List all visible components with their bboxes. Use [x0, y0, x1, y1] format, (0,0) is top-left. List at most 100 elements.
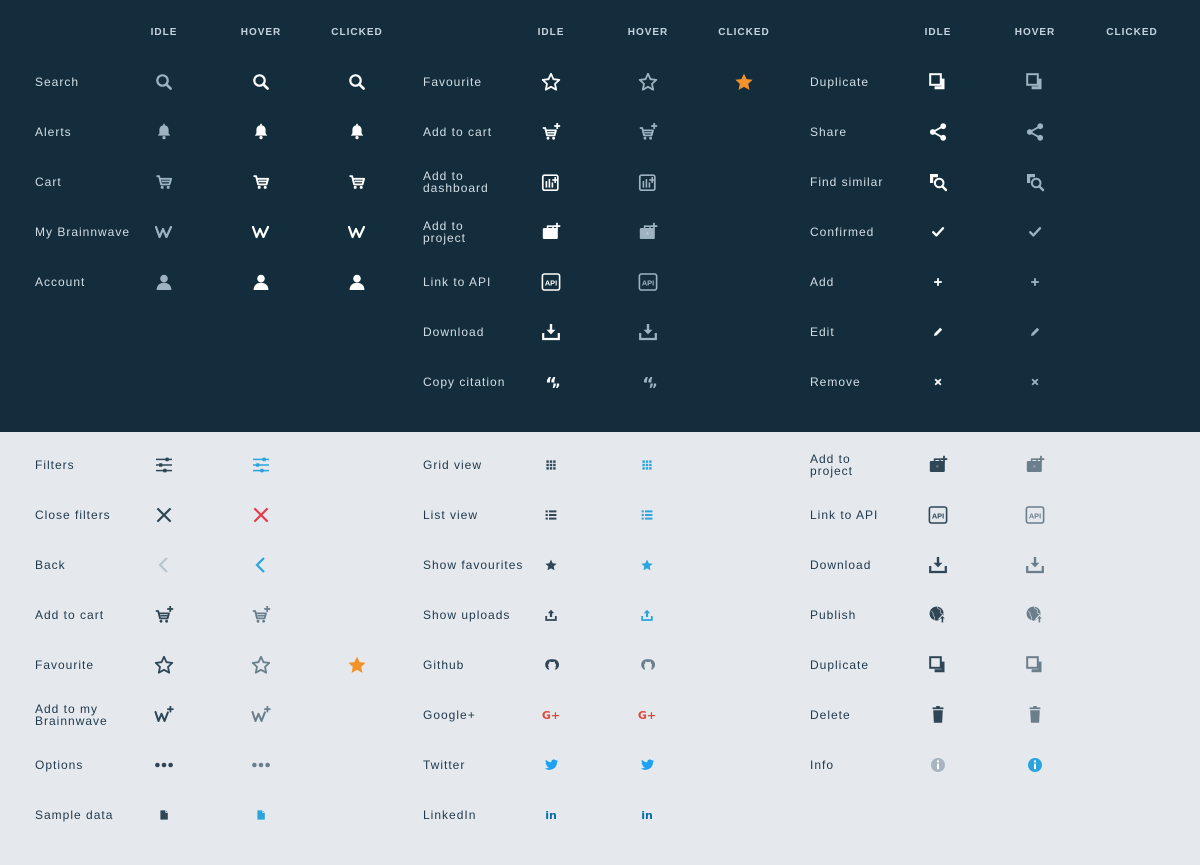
x-small-icon-hover[interactable]: [1023, 370, 1047, 394]
dashboard-add-icon-idle[interactable]: [539, 170, 563, 194]
pencil-icon-idle[interactable]: [926, 320, 950, 344]
cart-icon-idle[interactable]: [152, 170, 176, 194]
user-icon-hover[interactable]: [249, 270, 273, 294]
bell-icon-idle[interactable]: [152, 120, 176, 144]
duplicate-icon-idle[interactable]: [926, 653, 950, 677]
star-small-icon-idle[interactable]: [539, 553, 563, 577]
download-icon-hover[interactable]: [1023, 553, 1047, 577]
briefcase-add-icon-idle[interactable]: [926, 453, 950, 477]
linkedin-icon-idle[interactable]: in: [539, 803, 563, 827]
file-icon-idle[interactable]: [152, 803, 176, 827]
duplicate-icon-hover[interactable]: [1023, 653, 1047, 677]
user-icon-clicked[interactable]: [345, 270, 369, 294]
list-icon-hover[interactable]: [635, 503, 659, 527]
star-icon-clicked[interactable]: [732, 70, 756, 94]
bell-icon-hover[interactable]: [249, 120, 273, 144]
cart-add-icon-idle[interactable]: [539, 120, 563, 144]
sliders-icon-idle[interactable]: [152, 453, 176, 477]
brainnwave-add-icon-hover[interactable]: [249, 703, 273, 727]
search-icon-hover[interactable]: [249, 70, 273, 94]
search-icon-idle[interactable]: [152, 70, 176, 94]
download-icon-idle[interactable]: [926, 553, 950, 577]
search-icon-clicked[interactable]: [345, 70, 369, 94]
chevron-left-icon-hover[interactable]: [249, 553, 273, 577]
chevron-left-icon-idle[interactable]: [152, 553, 176, 577]
plus-icon-hover[interactable]: [1023, 270, 1047, 294]
github-icon-hover[interactable]: [635, 653, 659, 677]
globe-upload-icon-hover[interactable]: [1023, 603, 1047, 627]
more-dots-icon-hover[interactable]: [249, 753, 273, 777]
briefcase-add-icon-idle[interactable]: [539, 220, 563, 244]
cart-icon-hover[interactable]: [249, 170, 273, 194]
brainnwave-icon-clicked[interactable]: [345, 220, 369, 244]
row-label-duplicate: Duplicate: [810, 75, 870, 89]
download-icon-hover[interactable]: [636, 320, 660, 344]
briefcase-add-icon-hover[interactable]: [1023, 453, 1047, 477]
star-icon-hover[interactable]: [249, 653, 273, 677]
trash-icon-hover[interactable]: [1023, 703, 1047, 727]
duplicate-icon: [929, 656, 945, 673]
close-icon-hover[interactable]: [249, 503, 273, 527]
more-dots-icon-idle[interactable]: [152, 753, 176, 777]
column-header-hover: HOVER: [627, 27, 669, 38]
cart-icon-clicked[interactable]: [345, 170, 369, 194]
google-plus-icon-hover[interactable]: G+: [635, 703, 659, 727]
row-label-add-to-my-brainnwave: Add to my Brainnwave: [35, 702, 108, 728]
check-icon-idle[interactable]: [926, 220, 950, 244]
find-similar-icon-idle[interactable]: [926, 170, 950, 194]
row-label-cart: Cart: [35, 175, 62, 189]
linkedin-icon-hover[interactable]: in: [635, 803, 659, 827]
duplicate-icon-idle[interactable]: [926, 70, 950, 94]
file-icon-hover[interactable]: [249, 803, 273, 827]
briefcase-add-icon-hover[interactable]: [636, 220, 660, 244]
find-similar-icon-hover[interactable]: [1023, 170, 1047, 194]
github-icon-idle[interactable]: [539, 653, 563, 677]
api-icon-idle[interactable]: API: [539, 270, 563, 294]
dashboard-add-icon-hover[interactable]: [636, 170, 660, 194]
grid-icon-hover[interactable]: [635, 453, 659, 477]
bell-icon-clicked[interactable]: [345, 120, 369, 144]
plus-icon-idle[interactable]: [926, 270, 950, 294]
api-icon-hover[interactable]: API: [636, 270, 660, 294]
star-icon-idle[interactable]: [152, 653, 176, 677]
column-header-clicked: CLICKED: [718, 27, 770, 38]
quote-icon-idle[interactable]: “”: [539, 370, 563, 398]
grid-icon-idle[interactable]: [539, 453, 563, 477]
close-icon-idle[interactable]: [152, 503, 176, 527]
pencil-icon-hover[interactable]: [1023, 320, 1047, 344]
upload-icon-hover[interactable]: [635, 603, 659, 627]
star-icon-hover[interactable]: [636, 70, 660, 94]
check-icon-hover[interactable]: [1023, 220, 1047, 244]
google-plus-icon-idle[interactable]: G+: [539, 703, 563, 727]
trash-icon-idle[interactable]: [926, 703, 950, 727]
duplicate-icon: [1026, 73, 1042, 90]
cart-add-icon-hover[interactable]: [636, 120, 660, 144]
upload-icon-idle[interactable]: [539, 603, 563, 627]
cart-add-icon-idle[interactable]: [152, 603, 176, 627]
star-small-icon-hover[interactable]: [635, 553, 659, 577]
brainnwave-icon-hover[interactable]: [249, 220, 273, 244]
star-icon-clicked[interactable]: [345, 653, 369, 677]
info-icon-hover[interactable]: [1023, 753, 1047, 777]
share-icon-hover[interactable]: [1023, 120, 1047, 144]
download-icon-idle[interactable]: [539, 320, 563, 344]
github-icon: [641, 659, 655, 670]
list-icon-idle[interactable]: [539, 503, 563, 527]
twitter-icon-hover[interactable]: [635, 753, 659, 777]
info-icon-idle[interactable]: [926, 753, 950, 777]
api-icon-hover[interactable]: API: [1023, 503, 1047, 527]
brainnwave-icon-idle[interactable]: [152, 220, 176, 244]
brainnwave-add-icon-idle[interactable]: [152, 703, 176, 727]
share-icon-idle[interactable]: [926, 120, 950, 144]
x-small-icon-idle[interactable]: [926, 370, 950, 394]
twitter-icon-idle[interactable]: [539, 753, 563, 777]
globe-upload-icon-idle[interactable]: [926, 603, 950, 627]
quote-icon-hover[interactable]: “”: [636, 370, 660, 398]
sliders-icon-hover[interactable]: [249, 453, 273, 477]
download-icon: [639, 324, 657, 341]
star-icon-idle[interactable]: [539, 70, 563, 94]
user-icon-idle[interactable]: [152, 270, 176, 294]
api-icon-idle[interactable]: API: [926, 503, 950, 527]
cart-add-icon-hover[interactable]: [249, 603, 273, 627]
duplicate-icon-hover[interactable]: [1023, 70, 1047, 94]
